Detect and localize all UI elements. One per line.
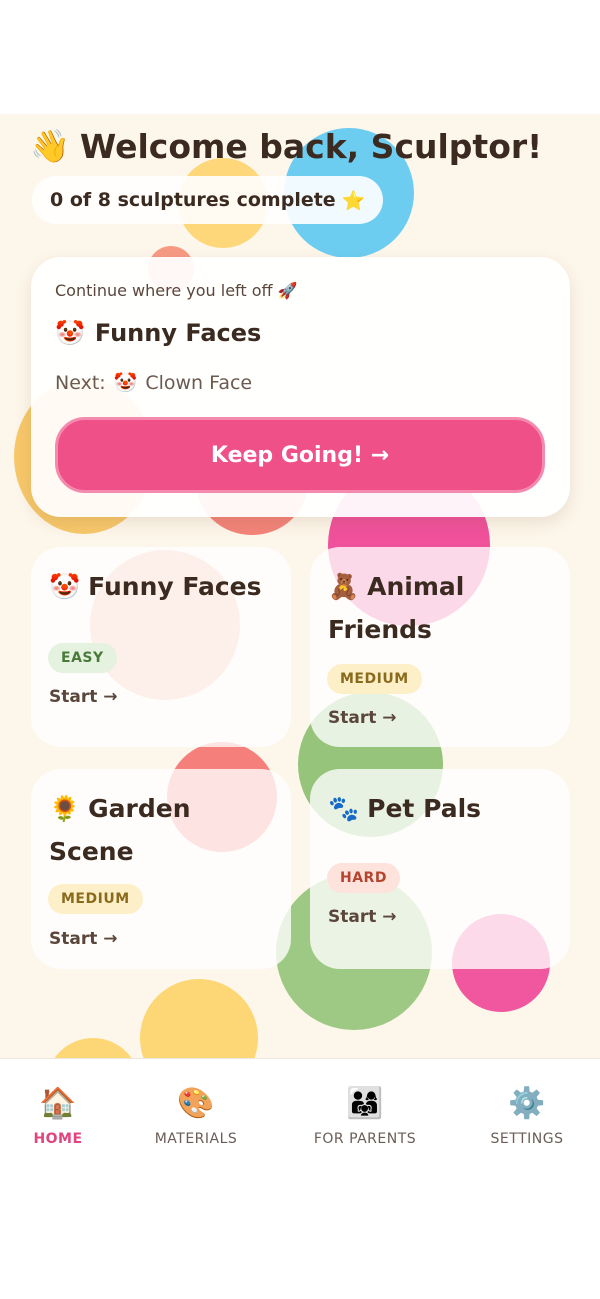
project-title: 🧸 Animal Friends xyxy=(328,565,558,651)
teddy-bear-icon: 🧸 xyxy=(328,572,360,601)
continue-label-text: Continue where you left off xyxy=(55,281,273,300)
clown-face-icon: 🤡 xyxy=(113,372,138,394)
sunflower-icon: 🌻 xyxy=(49,794,81,823)
palette-icon: 🎨 xyxy=(177,1086,215,1121)
difficulty-badge: MEDIUM xyxy=(48,884,143,914)
tab-label: MATERIALS xyxy=(154,1131,238,1147)
keep-going-button[interactable]: Keep Going! → xyxy=(55,417,545,493)
bottom-tab-bar: 🏠 HOME 🎨 MATERIALS 👨‍👩‍👧 FOR PARENTS ⚙️ … xyxy=(0,1058,600,1299)
project-card-garden-scene[interactable]: 🌻 Garden Scene MEDIUM Start → xyxy=(31,769,291,969)
tab-label: HOME xyxy=(33,1131,83,1147)
project-name: Funny Faces xyxy=(88,572,262,601)
project-title: 🌻 Garden Scene xyxy=(49,787,279,873)
tab-for-parents[interactable]: 👨‍👩‍👧 FOR PARENTS xyxy=(310,1085,420,1147)
next-step: Next: 🤡 Clown Face xyxy=(55,371,253,395)
project-card-pet-pals[interactable]: 🐾 Pet Pals HARD Start → xyxy=(310,769,570,969)
project-card-funny-faces[interactable]: 🤡 Funny Faces EASY Start → xyxy=(31,547,291,747)
continue-label: Continue where you left off 🚀 xyxy=(55,281,298,300)
background-bubble xyxy=(46,1038,140,1058)
continue-card: Continue where you left off 🚀 🤡 Funny Fa… xyxy=(31,257,570,517)
tab-home[interactable]: 🏠 HOME xyxy=(33,1085,83,1147)
start-link[interactable]: Start → xyxy=(328,907,397,927)
welcome-title: Welcome back, Sculptor! xyxy=(79,126,543,166)
start-link[interactable]: Start → xyxy=(328,708,397,728)
progress-pill: 0 of 8 sculptures complete ⭐ xyxy=(32,176,384,224)
waving-hand-icon: 👋 xyxy=(30,127,70,165)
family-icon: 👨‍👩‍👧 xyxy=(346,1086,384,1121)
rocket-icon: 🚀 xyxy=(277,281,298,300)
welcome-heading: 👋 Welcome back, Sculptor! xyxy=(30,120,590,172)
clown-face-icon: 🤡 xyxy=(49,572,81,601)
project-title: 🐾 Pet Pals xyxy=(328,787,558,830)
continue-project-title: 🤡 Funny Faces xyxy=(55,319,261,347)
tab-settings[interactable]: ⚙️ SETTINGS xyxy=(488,1085,566,1147)
clown-face-icon: 🤡 xyxy=(55,319,85,347)
gear-icon: ⚙️ xyxy=(508,1086,546,1121)
difficulty-badge: MEDIUM xyxy=(327,664,422,694)
status-bar-area xyxy=(0,0,600,114)
house-icon: 🏠 xyxy=(39,1086,77,1121)
next-step-name: Clown Face xyxy=(145,371,253,394)
paw-prints-icon: 🐾 xyxy=(328,794,360,823)
difficulty-badge: EASY xyxy=(48,643,117,673)
star-icon: ⭐ xyxy=(341,189,366,212)
next-label: Next: xyxy=(55,371,106,394)
start-link[interactable]: Start → xyxy=(49,929,118,949)
tab-label: FOR PARENTS xyxy=(313,1131,417,1147)
project-card-animal-friends[interactable]: 🧸 Animal Friends MEDIUM Start → xyxy=(310,547,570,747)
project-name: Pet Pals xyxy=(367,794,482,823)
tab-label: SETTINGS xyxy=(490,1131,564,1147)
continue-project-name: Funny Faces xyxy=(94,319,262,347)
tab-materials[interactable]: 🎨 MATERIALS xyxy=(151,1085,241,1147)
background-bubble xyxy=(140,979,258,1058)
start-link[interactable]: Start → xyxy=(49,687,118,707)
difficulty-badge: HARD xyxy=(327,863,400,893)
progress-text: 0 of 8 sculptures complete xyxy=(50,189,336,211)
project-title: 🤡 Funny Faces xyxy=(49,565,279,608)
home-screen: 👋 Welcome back, Sculptor! 0 of 8 sculptu… xyxy=(0,114,600,1058)
